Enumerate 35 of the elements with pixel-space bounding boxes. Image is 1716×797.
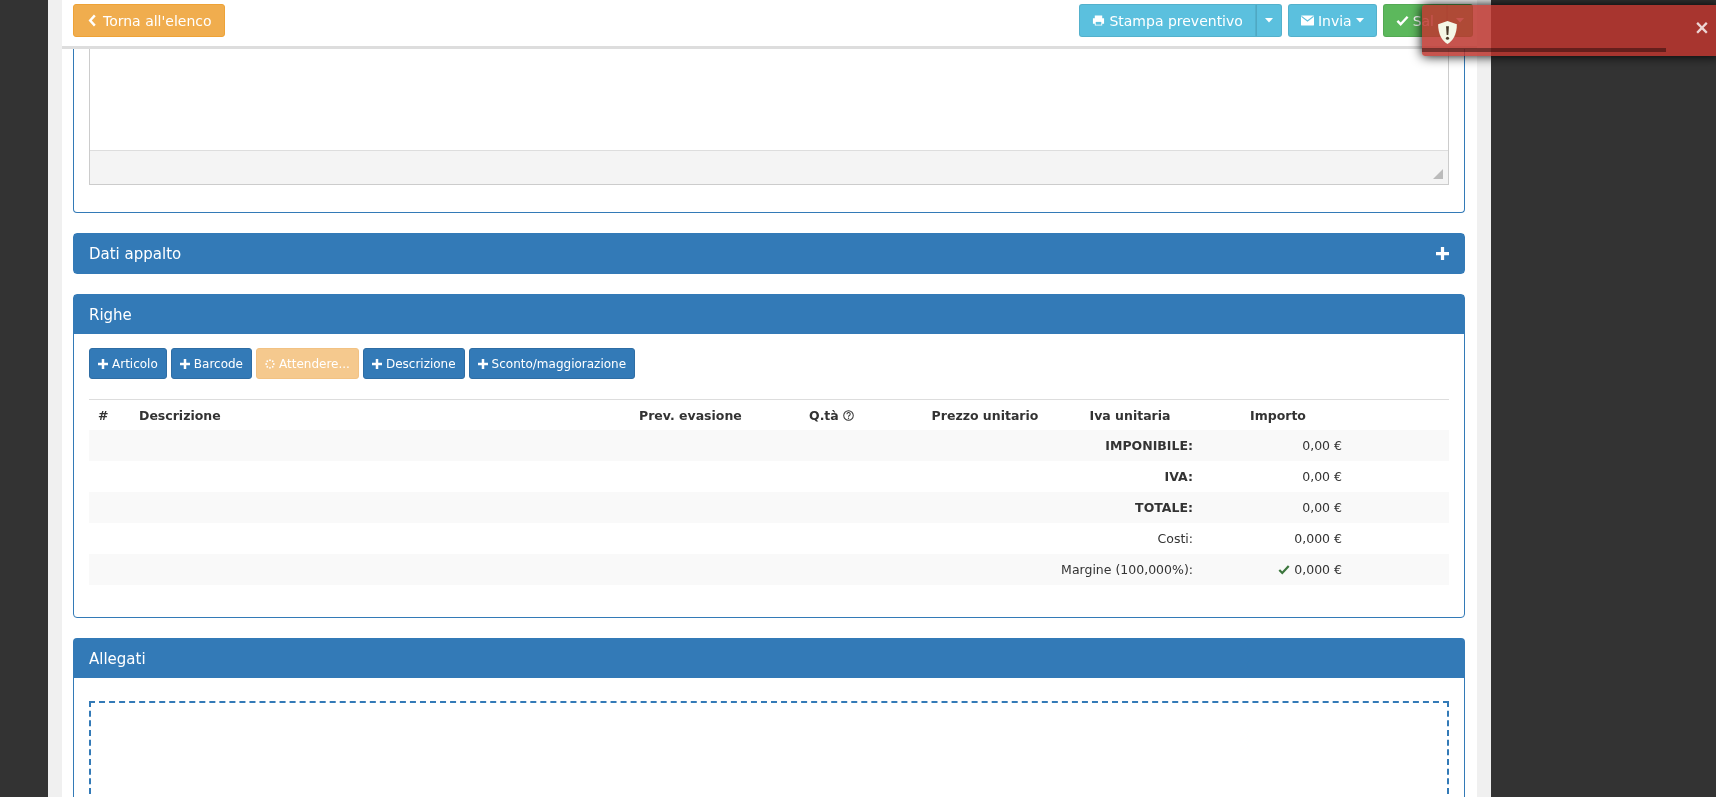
total-label: Margine (100,000%): xyxy=(1061,562,1193,577)
total-value: 0,00 € xyxy=(1302,469,1342,484)
printer-icon xyxy=(1092,14,1106,27)
panel-title: Dati appalto xyxy=(89,244,182,263)
panel-header[interactable]: Dati appalto xyxy=(74,234,1464,273)
envelope-icon xyxy=(1300,14,1314,27)
resize-handle-icon[interactable] xyxy=(1433,169,1443,179)
add-button[interactable]: Sconto/maggiorazione xyxy=(468,348,636,379)
add-button[interactable]: Barcode xyxy=(170,348,252,379)
plus-icon xyxy=(477,358,488,369)
add-button[interactable]: Articolo xyxy=(89,348,167,379)
shield-warning-icon xyxy=(1437,20,1458,45)
plus-icon xyxy=(179,358,190,369)
total-value: 0,000 € xyxy=(1294,562,1342,577)
total-value: 0,000 € xyxy=(1294,531,1342,546)
caret-icon xyxy=(1264,18,1273,23)
total-label: IVA: xyxy=(1164,469,1193,484)
check-icon xyxy=(1278,564,1291,575)
panel-title: Allegati xyxy=(89,649,146,668)
plus-icon xyxy=(371,358,382,369)
help-icon[interactable] xyxy=(843,409,855,421)
close-button[interactable]: × xyxy=(1694,18,1710,37)
caret-icon xyxy=(1355,18,1364,23)
total-label: TOTALE: xyxy=(1135,500,1193,515)
add-button[interactable]: Descrizione xyxy=(362,348,465,379)
total-value: 0,00 € xyxy=(1302,438,1342,453)
total-label: IMPONIBILE: xyxy=(1105,438,1193,453)
dropdown-toggle[interactable] xyxy=(1255,4,1282,37)
spinner-icon xyxy=(265,358,275,369)
plus-icon xyxy=(98,358,108,369)
check-icon xyxy=(1395,14,1409,27)
total-value: 0,00 € xyxy=(1302,500,1342,515)
panel-title: Righe xyxy=(89,305,132,324)
plus-icon[interactable] xyxy=(1436,247,1449,260)
total-label: Costi: xyxy=(1157,531,1193,546)
